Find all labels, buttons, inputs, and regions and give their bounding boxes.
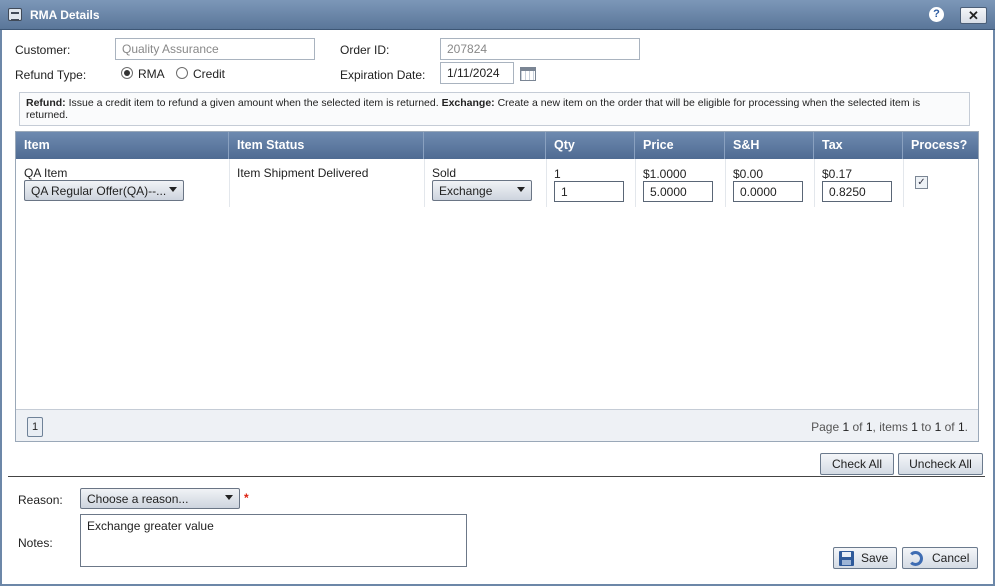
note-refund-title: Refund: — [26, 97, 66, 109]
help-icon[interactable]: ? — [929, 7, 944, 22]
page-info-from: 1 — [911, 420, 918, 434]
row-separator — [725, 159, 726, 207]
col-item-status[interactable]: Item Status — [229, 132, 424, 159]
grid-pager: 1 Page 1 of 1, items 1 to 1 of 1. — [16, 409, 978, 441]
notes-textarea[interactable]: Exchange greater value — [80, 514, 467, 567]
uncheck-all-button[interactable]: Uncheck All — [898, 453, 983, 475]
col-action[interactable] — [424, 132, 546, 159]
price-input[interactable]: 5.0000 — [643, 181, 713, 202]
chevron-down-icon — [225, 495, 233, 500]
row-separator — [229, 159, 230, 207]
rma-items-grid: Item Item Status Qty Price S&H Tax Proce… — [15, 131, 979, 442]
chevron-down-icon — [169, 187, 177, 192]
note-refund-text: Issue a credit item to refund a given am… — [68, 97, 439, 109]
item-status: Item Shipment Delivered — [237, 166, 369, 180]
customer-field[interactable]: Quality Assurance — [115, 38, 315, 60]
grid-header: Item Item Status Qty Price S&H Tax Proce… — [16, 132, 978, 159]
reason-label: Reason: — [18, 493, 63, 507]
divider — [8, 476, 985, 477]
offer-dropdown[interactable]: QA Regular Offer(QA)--... — [24, 180, 184, 201]
row-separator — [814, 159, 815, 207]
window-title: RMA Details — [30, 8, 100, 22]
printer-icon — [8, 8, 22, 21]
page-info: Page 1 of 1, items 1 to 1 of 1. — [811, 420, 968, 434]
refund-type-label: Refund Type: — [15, 68, 87, 82]
page-info-text: , items — [872, 420, 912, 434]
refund-credit-radio[interactable] — [176, 67, 188, 79]
qty-original: 1 — [554, 167, 561, 181]
action-dropdown[interactable]: Exchange — [432, 180, 532, 201]
refund-credit-label: Credit — [193, 67, 226, 81]
expiration-date-field[interactable]: 1/11/2024 — [440, 62, 514, 84]
tax-input[interactable]: 0.8250 — [822, 181, 892, 202]
cancel-label: Cancel — [932, 551, 970, 565]
refund-exchange-note: Refund: Issue a credit item to refund a … — [19, 92, 970, 126]
col-item[interactable]: Item — [16, 132, 229, 159]
required-mark: * — [244, 491, 249, 505]
sh-original: $0.00 — [733, 167, 764, 181]
col-process[interactable]: Process? — [903, 132, 978, 159]
offer-dropdown-value: QA Regular Offer(QA)--... — [31, 184, 167, 198]
col-sh[interactable]: S&H — [725, 132, 814, 159]
save-button[interactable]: Save — [833, 547, 897, 569]
col-qty[interactable]: Qty — [546, 132, 635, 159]
sh-input[interactable]: 0.0000 — [733, 181, 803, 202]
chevron-down-icon — [517, 187, 525, 192]
page-info-text: . — [964, 420, 968, 434]
page-1-button[interactable]: 1 — [27, 417, 43, 437]
note-exchange-title: Exchange: — [441, 97, 495, 109]
item-name: QA Item — [24, 166, 68, 180]
cancel-button[interactable]: Cancel — [902, 547, 978, 569]
sold-label: Sold — [432, 166, 457, 180]
process-checkbox[interactable]: ✓ — [915, 176, 928, 189]
tax-original: $0.17 — [822, 167, 853, 181]
page-info-items-total: 1 — [957, 420, 965, 434]
customer-label: Customer: — [15, 43, 71, 57]
price-original: $1.0000 — [643, 167, 687, 181]
row-separator — [903, 159, 904, 207]
page-info-text: to — [917, 420, 935, 434]
save-label: Save — [861, 551, 889, 565]
refund-rma-label: RMA — [138, 67, 165, 81]
col-price[interactable]: Price — [635, 132, 725, 159]
notes-label: Notes: — [18, 536, 53, 550]
close-button[interactable]: ✕ — [960, 7, 987, 24]
col-tax[interactable]: Tax — [814, 132, 903, 159]
expiration-label: Expiration Date: — [340, 68, 426, 82]
page-info-text: Page — [811, 420, 843, 434]
order-id-label: Order ID: — [340, 43, 390, 57]
row-separator — [635, 159, 636, 207]
reason-dropdown[interactable]: Choose a reason... — [80, 488, 240, 509]
page-info-total: 1 — [865, 420, 873, 434]
action-dropdown-value: Exchange — [439, 184, 493, 198]
order-id-field[interactable]: 207824 — [440, 38, 640, 60]
row-separator — [546, 159, 547, 207]
page-info-text: of — [941, 420, 958, 434]
calendar-icon[interactable] — [520, 67, 536, 81]
reason-dropdown-value: Choose a reason... — [87, 492, 189, 506]
save-icon — [839, 551, 854, 566]
refund-rma-radio[interactable] — [121, 67, 133, 79]
qty-input[interactable]: 1 — [554, 181, 624, 202]
page-info-text: of — [849, 420, 866, 434]
title-bar: RMA Details ? ✕ — [0, 0, 995, 30]
undo-icon — [908, 551, 923, 566]
check-all-button[interactable]: Check All — [820, 453, 894, 475]
row-separator — [424, 159, 425, 207]
